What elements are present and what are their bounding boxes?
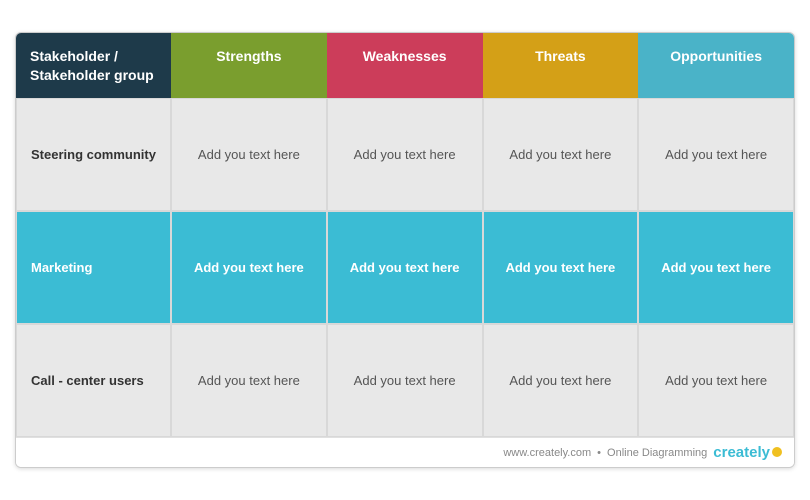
header-weaknesses: Weaknesses xyxy=(327,33,483,99)
callcenter-weaknesses[interactable]: Add you text here xyxy=(327,324,483,437)
steering-threats[interactable]: Add you text here xyxy=(483,98,639,211)
footer-url: www.creately.com xyxy=(503,447,591,459)
footer: www.creately.com • Online Diagramming cr… xyxy=(16,437,794,467)
callcenter-opportunities[interactable]: Add you text here xyxy=(638,324,794,437)
steering-strengths[interactable]: Add you text here xyxy=(171,98,327,211)
marketing-opportunities[interactable]: Add you text here xyxy=(638,211,794,324)
stakeholder-table: Stakeholder / Stakeholder group Strength… xyxy=(15,32,795,469)
footer-brand: creately xyxy=(713,444,782,461)
callcenter-threats[interactable]: Add you text here xyxy=(483,324,639,437)
steering-opportunities[interactable]: Add you text here xyxy=(638,98,794,211)
header-opportunities: Opportunities xyxy=(638,33,794,99)
footer-tagline: Online Diagramming xyxy=(607,447,707,459)
header-threats: Threats xyxy=(483,33,639,99)
marketing-weaknesses[interactable]: Add you text here xyxy=(327,211,483,324)
table-grid: Stakeholder / Stakeholder group Strength… xyxy=(16,33,794,438)
steering-weaknesses[interactable]: Add you text here xyxy=(327,98,483,211)
callcenter-strengths[interactable]: Add you text here xyxy=(171,324,327,437)
row-label-marketing: Marketing xyxy=(16,211,171,324)
row-label-steering: Steering community xyxy=(16,98,171,211)
marketing-strengths[interactable]: Add you text here xyxy=(171,211,327,324)
footer-separator: • xyxy=(597,447,601,459)
header-strengths: Strengths xyxy=(171,33,327,99)
marketing-threats[interactable]: Add you text here xyxy=(483,211,639,324)
row-label-callcenter: Call - center users xyxy=(16,324,171,437)
header-stakeholder: Stakeholder / Stakeholder group xyxy=(16,33,171,99)
creately-dot-icon xyxy=(772,447,782,457)
